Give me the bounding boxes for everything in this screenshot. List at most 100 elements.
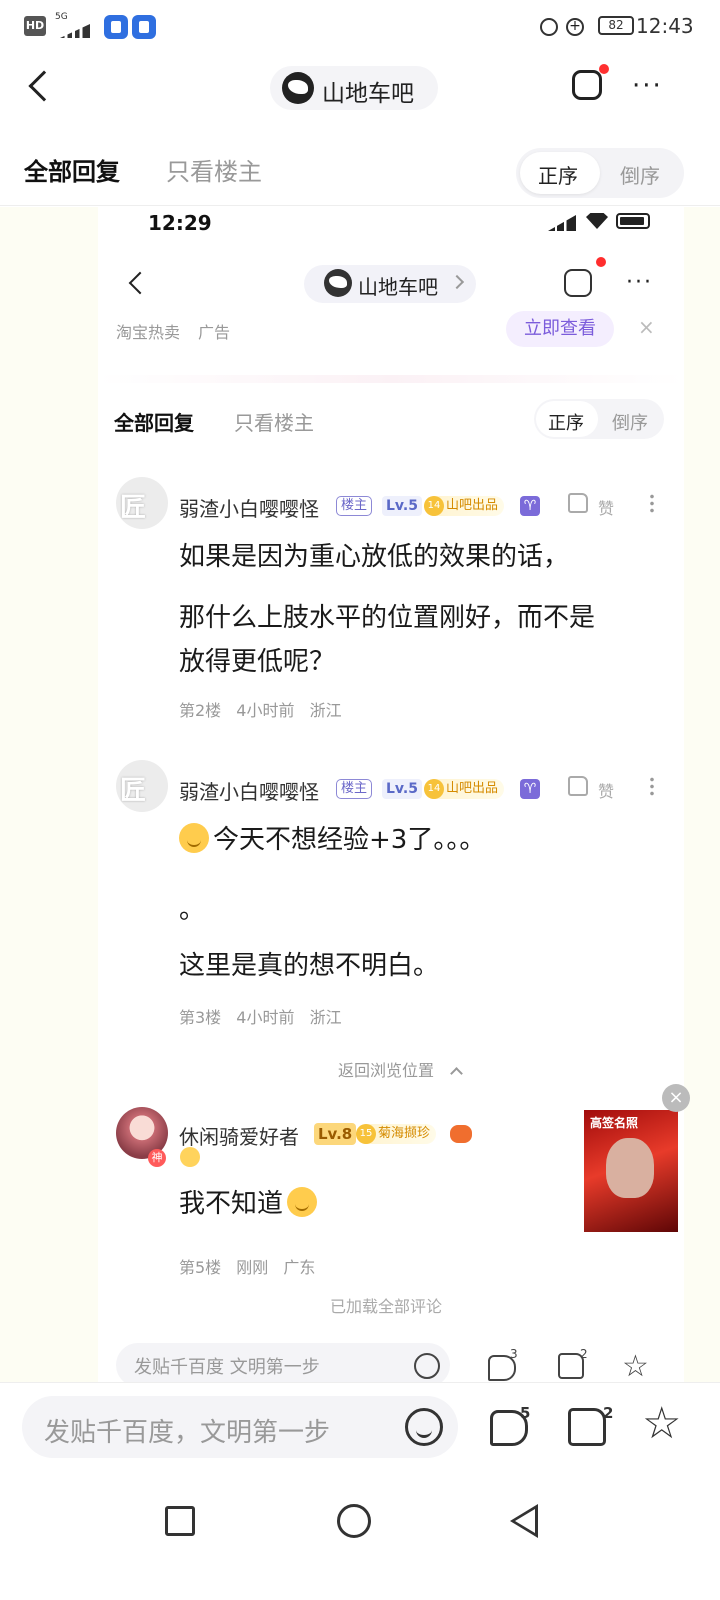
post-meta: 第2楼 4小时前 浙江 xyxy=(179,697,342,721)
recent-apps-icon[interactable] xyxy=(165,1506,195,1536)
order-desc-button[interactable]: 倒序 xyxy=(620,160,660,189)
level-tag: Lv.5 xyxy=(382,779,422,799)
username: 休闲骑爱好者 xyxy=(179,1125,299,1149)
ad-close-icon: × xyxy=(638,315,655,339)
inner-back-icon xyxy=(128,271,152,295)
like-label: 赞 xyxy=(598,782,615,801)
inner-star-icon: ☆ xyxy=(622,1349,649,1382)
forum-badge: 山吧出品 xyxy=(424,496,505,516)
inner-tab-op-only: 只看楼主 xyxy=(234,411,314,435)
avatar-badge: 神 xyxy=(148,1149,166,1167)
forum-badge: 菊海撷珍 xyxy=(356,1124,437,1144)
like-label: 赞 xyxy=(598,499,615,518)
inner-signal-icon xyxy=(548,215,576,231)
system-nav-bar xyxy=(0,1478,720,1600)
more-options-icon xyxy=(650,493,654,513)
emoji-icon xyxy=(180,1147,200,1167)
loaded-all-text: 已加载全部评论 xyxy=(330,1297,443,1316)
username: 弱渣小白嘤嘤怪 xyxy=(179,497,319,521)
inner-emoji-icon xyxy=(414,1353,440,1379)
home-icon[interactable] xyxy=(337,1504,371,1538)
ad-view-button: 立即查看 xyxy=(506,311,614,347)
post-location: 广东 xyxy=(283,1258,316,1277)
chevron-up-icon xyxy=(450,1067,463,1080)
level-tag: Lv.5 xyxy=(382,496,422,516)
inner-forum-name: 山地车吧 xyxy=(358,275,438,299)
inner-order-desc: 倒序 xyxy=(612,413,648,434)
avatar: 匠 xyxy=(116,477,168,529)
floor-number: 第2楼 xyxy=(179,701,222,720)
like-icon[interactable] xyxy=(568,1408,606,1446)
status-time: 12:43 xyxy=(636,14,694,38)
post-time: 4小时前 xyxy=(236,701,295,720)
reply-placeholder[interactable]: 发贴千百度，文明第一步 xyxy=(44,1412,330,1449)
inner-tab-all-replies: 全部回复 xyxy=(114,411,194,435)
level-tag: Lv.8 xyxy=(314,1123,357,1145)
op-tag: 楼主 xyxy=(336,496,373,516)
avatar-text: 匠 xyxy=(120,776,147,806)
close-icon[interactable]: × xyxy=(662,1084,690,1112)
alarm-icon xyxy=(540,18,558,36)
status-bar: HD 5G + 82 12:43 xyxy=(0,0,720,56)
app-notification-icon xyxy=(104,15,128,39)
op-tag: 楼主 xyxy=(336,779,373,799)
inner-edit-icon xyxy=(564,269,592,297)
reply-count: 5 xyxy=(520,1404,531,1422)
emoji-icon xyxy=(179,823,209,853)
post-location: 浙江 xyxy=(309,701,342,720)
add-circle-icon: + xyxy=(566,18,584,36)
like-icon xyxy=(568,776,588,796)
post-time: 4小时前 xyxy=(236,1008,295,1027)
inner-forum-logo-icon xyxy=(324,269,352,297)
ad-source: 淘宝热卖 xyxy=(116,323,181,342)
divider xyxy=(98,375,684,383)
back-nav-icon[interactable] xyxy=(510,1504,538,1538)
post-text-line: 今天不想经验+3了。。。 xyxy=(179,823,485,857)
return-position-link: 返回浏览位置 xyxy=(338,1061,435,1080)
inner-more-icon: ··· xyxy=(626,270,653,295)
like-count: 2 xyxy=(603,1404,614,1422)
inner-order-asc: 正序 xyxy=(548,413,584,434)
image-margin-right xyxy=(684,207,720,1382)
notification-dot xyxy=(599,64,609,74)
signal-icon: 5G xyxy=(55,12,68,22)
emoji-icon[interactable] xyxy=(405,1408,443,1446)
floor-number: 第5楼 xyxy=(179,1258,222,1277)
inner-battery-icon xyxy=(616,213,650,229)
forum-name[interactable]: 山地车吧 xyxy=(322,74,414,108)
inner-wifi-icon xyxy=(586,213,608,229)
back-icon[interactable] xyxy=(28,70,60,102)
zodiac-icon: ♈ xyxy=(520,779,540,799)
floating-ad-image xyxy=(606,1138,654,1198)
inner-notification-dot xyxy=(596,257,606,267)
inner-like-count: 2 xyxy=(580,1347,588,1361)
signal-bars-icon xyxy=(60,24,90,38)
floor-number: 第3楼 xyxy=(179,1008,222,1027)
star-icon[interactable]: ☆ xyxy=(642,1398,681,1449)
hd-icon: HD xyxy=(24,16,46,36)
post-text: 那什么上肢水平的位置刚好，而不是 xyxy=(179,603,596,633)
edit-icon[interactable] xyxy=(572,70,602,100)
inner-reply-count: 3 xyxy=(510,1347,518,1361)
post-text: 放得更低呢？ xyxy=(179,647,336,677)
more-options-icon xyxy=(650,776,654,796)
avatar-text: 匠 xyxy=(120,493,147,523)
floating-ad-title: 高签名照 xyxy=(590,1116,639,1130)
more-icon[interactable]: ··· xyxy=(632,73,663,99)
post-text-line: 我不知道 xyxy=(179,1187,321,1221)
gamepad-icon xyxy=(450,1125,472,1143)
post-text: 。 xyxy=(179,895,206,925)
post-text: 这里是真的想不明白。 xyxy=(179,951,440,981)
username: 弱渣小白嘤嘤怪 xyxy=(179,780,319,804)
forum-badge: 山吧出品 xyxy=(424,779,505,799)
tab-all-replies[interactable]: 全部回复 xyxy=(24,152,120,187)
post-location: 浙江 xyxy=(309,1008,342,1027)
image-margin-left xyxy=(0,207,98,1382)
post-text: 今天不想经验+3了。。。 xyxy=(213,825,486,855)
post-meta: 第5楼 刚刚 广东 xyxy=(179,1254,315,1278)
forum-logo-icon xyxy=(282,72,314,104)
emoji-icon xyxy=(287,1187,318,1217)
post-meta: 第3楼 4小时前 浙江 xyxy=(179,1004,342,1028)
tab-op-only[interactable]: 只看楼主 xyxy=(166,152,262,187)
order-asc-button[interactable]: 正序 xyxy=(538,160,578,189)
